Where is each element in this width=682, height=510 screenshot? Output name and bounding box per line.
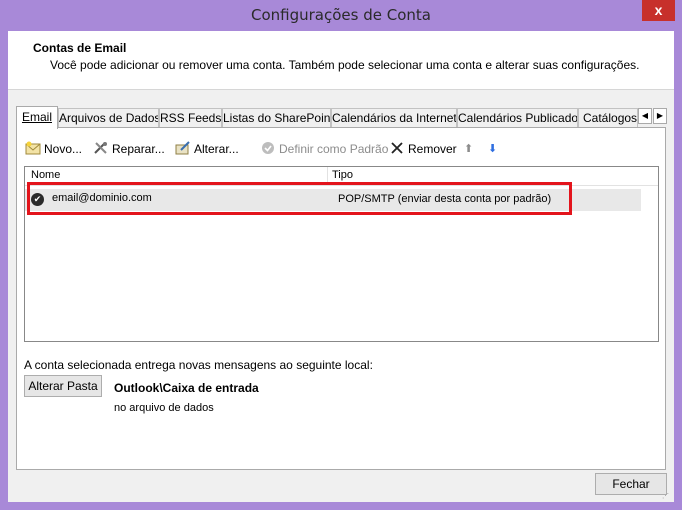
new-mail-icon <box>25 141 41 155</box>
change-account-button[interactable]: Alterar... <box>175 140 239 158</box>
resize-grip-icon[interactable]: ⋰ <box>662 493 672 501</box>
delivery-label: A conta selecionada entrega novas mensag… <box>24 358 373 372</box>
column-type-header[interactable]: Tipo <box>332 169 353 181</box>
new-account-label: Novo... <box>44 142 83 156</box>
delivery-folder-path: Outlook\Caixa de entrada <box>114 381 259 395</box>
check-circle-icon: ✔ <box>31 193 44 206</box>
set-default-button[interactable]: Definir como Padrão <box>260 140 388 158</box>
column-separator <box>327 167 328 185</box>
remove-account-label: Remover <box>408 142 457 156</box>
new-account-button[interactable]: Novo... <box>25 140 82 158</box>
tab-scroll-right-icon[interactable]: ▶ <box>653 108 667 124</box>
account-name: email@dominio.com <box>52 192 152 204</box>
set-default-label: Definir como Padrão <box>279 142 389 156</box>
account-settings-window: Configurações de Conta x Contas de Email… <box>0 0 682 510</box>
header-description: Você pode adicionar ou remover uma conta… <box>50 58 640 72</box>
tab-scroll-left-icon[interactable]: ◀ <box>638 108 652 124</box>
change-account-label: Alterar... <box>194 142 239 156</box>
change-account-icon <box>175 141 190 155</box>
delivery-folder-sub: no arquivo de dados <box>114 402 214 414</box>
title-bar: Configurações de Conta x <box>0 0 682 31</box>
header-title: Contas de Email <box>33 41 127 55</box>
repair-account-button[interactable]: Reparar... <box>93 140 165 158</box>
email-tab-panel: Novo... Reparar... Alterar... Definir co… <box>16 127 666 470</box>
move-down-icon[interactable]: ⬇ <box>488 140 497 158</box>
list-header: Nome Tipo <box>25 167 658 186</box>
table-row[interactable]: ✔ email@dominio.com POP/SMTP (enviar des… <box>25 189 641 211</box>
account-type: POP/SMTP (enviar desta conta por padrão) <box>338 193 552 205</box>
account-toolbar: Novo... Reparar... Alterar... Definir co… <box>25 140 625 158</box>
move-up-icon[interactable]: ⬆ <box>464 140 473 158</box>
window-close-button[interactable]: x <box>642 0 675 21</box>
tab-address-books[interactable]: Catálogos <box>578 108 638 127</box>
change-folder-button[interactable]: Alterar Pasta <box>24 375 102 397</box>
tab-email-label: Email <box>21 110 52 124</box>
column-name-header[interactable]: Nome <box>31 169 60 181</box>
default-check-icon <box>262 142 274 154</box>
tab-data-files[interactable]: Arquivos de Dados <box>58 108 159 127</box>
dialog-header: Contas de Email Você pode adicionar ou r… <box>8 31 674 90</box>
tab-published-calendars[interactable]: Calendários Publicados <box>457 108 578 127</box>
tab-sharepoint-lists[interactable]: Listas do SharePoint <box>222 108 331 127</box>
tab-internet-calendars[interactable]: Calendários da Internet <box>331 108 457 127</box>
remove-account-button[interactable]: Remover <box>389 140 457 158</box>
tab-email[interactable]: Email <box>16 106 58 129</box>
close-dialog-button[interactable]: Fechar <box>595 473 667 495</box>
repair-account-label: Reparar... <box>112 142 165 156</box>
window-title: Configurações de Conta <box>251 6 431 24</box>
repair-tools-icon <box>94 142 107 154</box>
dialog-client-area: Contas de Email Você pode adicionar ou r… <box>8 31 674 502</box>
account-list: Nome Tipo ✔ email@dominio.com POP/SMTP (… <box>24 166 659 342</box>
tab-rss-feeds[interactable]: RSS Feeds <box>159 108 222 127</box>
remove-x-icon <box>391 142 403 154</box>
tab-strip: Email Arquivos de Dados RSS Feeds Listas… <box>16 106 667 129</box>
